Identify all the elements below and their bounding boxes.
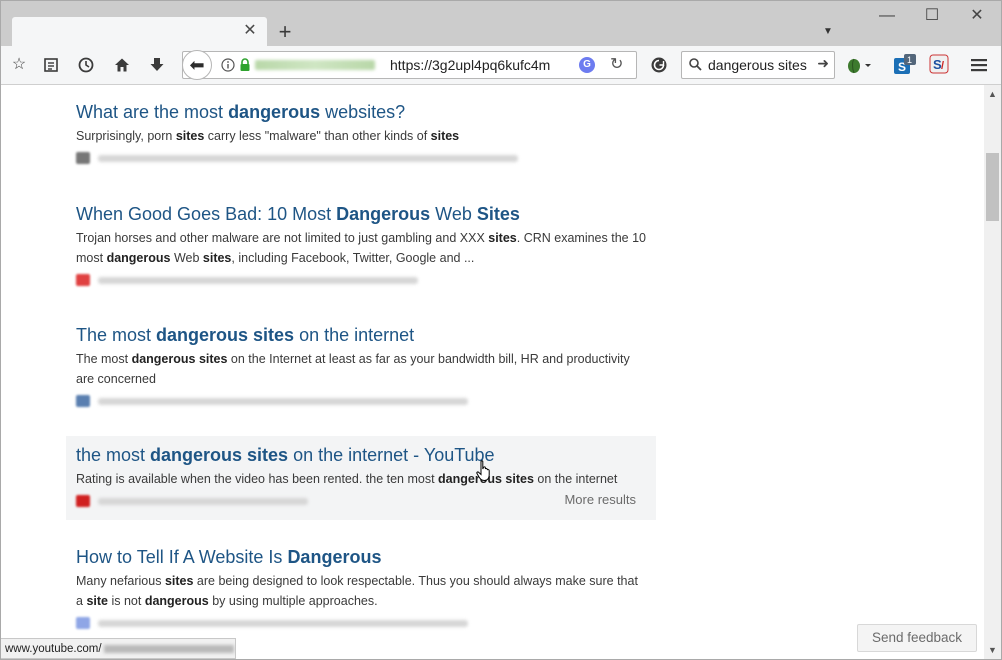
search-result[interactable]: How to Tell If A Website Is Dangerous Ma… (66, 546, 656, 632)
result-snippet: Surprisingly, porn sites carry less "mal… (76, 129, 460, 143)
status-bar: www.youtube.com/ (0, 638, 236, 659)
sync-icon[interactable] (648, 54, 670, 76)
search-result[interactable]: The most dangerous sites on the internet… (66, 324, 656, 410)
result-snippet: Rating is available when the video has b… (76, 472, 618, 486)
search-result-highlighted[interactable]: the most dangerous sites on the internet… (66, 436, 656, 520)
vertical-scrollbar[interactable]: ▲ ▼ (984, 85, 1002, 660)
onion-addon-icon[interactable] (845, 54, 873, 76)
result-title-link[interactable]: What are the most dangerous websites? (76, 101, 646, 123)
result-url-blurred[interactable]: More results (76, 492, 646, 510)
result-url-blurred[interactable] (76, 271, 646, 289)
result-title-link[interactable]: When Good Goes Bad: 10 Most Dangerous We… (76, 203, 646, 225)
close-window-button[interactable]: ✕ (966, 6, 988, 26)
navigation-toolbar: ☆ ⬅ https://3g2upl4pq6kufc4m G ↻ dangero… (0, 46, 1002, 85)
favicon-icon (76, 274, 90, 286)
favicon-icon (76, 617, 90, 629)
reload-icon[interactable]: ↻ (610, 54, 623, 74)
browser-tab[interactable]: ✕ (12, 17, 267, 47)
result-url-blurred[interactable] (76, 614, 646, 632)
result-title-link[interactable]: How to Tell If A Website Is Dangerous (76, 546, 646, 568)
maximize-button[interactable]: ☐ (921, 6, 943, 26)
result-snippet: Trojan horses and other malware are not … (76, 231, 646, 265)
url-text: https://3g2upl4pq6kufc4m (390, 57, 551, 73)
reader-list-icon[interactable] (40, 54, 62, 76)
tab-close-icon[interactable]: ✕ (241, 22, 259, 40)
back-arrow-icon[interactable]: ⬅ (182, 50, 212, 80)
menu-hamburger-icon[interactable] (968, 54, 990, 76)
search-go-arrow-icon[interactable]: ➜ (817, 55, 829, 72)
results-page: What are the most dangerous websites? Su… (0, 85, 984, 660)
result-url-blurred[interactable] (76, 392, 646, 410)
new-tab-button[interactable]: + (275, 21, 295, 43)
title-bar: ✕ + ▼ — ☐ ✕ (0, 0, 1002, 47)
download-icon[interactable] (146, 54, 168, 76)
translate-g-icon[interactable]: G (579, 57, 595, 73)
svg-text:/: / (941, 60, 944, 72)
search-result[interactable]: When Good Goes Bad: 10 Most Dangerous We… (66, 203, 656, 289)
s-addon-icon[interactable]: S / (928, 54, 950, 76)
result-title-link[interactable]: the most dangerous sites on the internet… (76, 444, 646, 466)
home-icon[interactable] (111, 54, 133, 76)
scrollbar-thumb[interactable] (986, 153, 999, 221)
search-icon (689, 58, 702, 71)
search-query: dangerous sites (708, 57, 807, 73)
scroll-up-arrow-icon[interactable]: ▲ (988, 89, 997, 99)
result-snippet: The most dangerous sites on the Internet… (76, 352, 630, 386)
status-url: www.youtube.com/ (5, 643, 102, 655)
more-results-link[interactable]: More results (564, 492, 636, 507)
addon-badge-count: 1 (907, 55, 912, 65)
favicon-icon (76, 152, 90, 164)
info-icon[interactable] (221, 58, 235, 72)
result-url-blurred[interactable] (76, 149, 646, 167)
favicon-icon (76, 495, 90, 507)
send-feedback-button[interactable]: Send feedback (857, 624, 977, 652)
bookmark-star-icon[interactable]: ☆ (8, 54, 30, 76)
favicon-icon (76, 395, 90, 407)
tab-list-chevron-icon[interactable]: ▼ (823, 26, 833, 37)
skype-addon-icon[interactable]: S1 (893, 54, 917, 76)
hand-cursor-icon (476, 460, 490, 482)
lock-icon (240, 58, 250, 71)
certificate-org-blurred (255, 60, 375, 70)
result-snippet: Many nefarious sites are being designed … (76, 574, 638, 608)
scroll-down-arrow-icon[interactable]: ▼ (988, 645, 997, 655)
result-title-link[interactable]: The most dangerous sites on the internet (76, 324, 646, 346)
history-clock-icon[interactable] (75, 54, 97, 76)
url-bar[interactable]: ⬅ https://3g2upl4pq6kufc4m G ↻ (182, 50, 637, 80)
search-bar[interactable]: dangerous sites ➜ (681, 51, 835, 79)
minimize-button[interactable]: — (876, 6, 898, 26)
search-result[interactable]: What are the most dangerous websites? Su… (66, 101, 656, 167)
